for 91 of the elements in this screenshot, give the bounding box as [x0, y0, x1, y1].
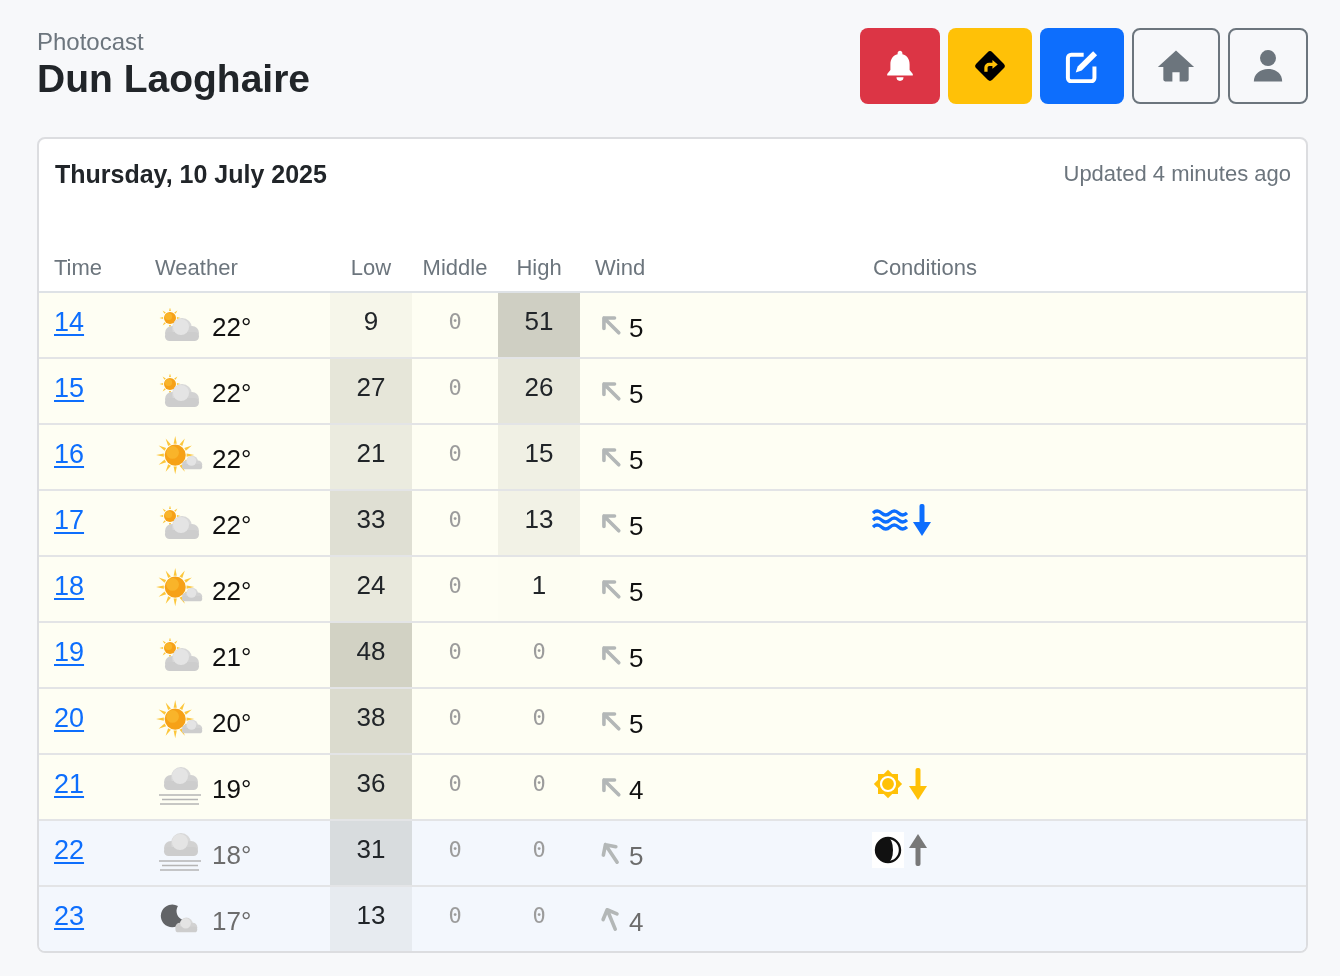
table-cell: 13 [498, 491, 580, 555]
updated-text: Updated 4 minutes ago [1063, 160, 1291, 188]
table-cell: 38 [330, 689, 412, 753]
temperature-text: 22° [212, 508, 252, 541]
account-button[interactable] [1228, 28, 1308, 104]
table-cell: 24 [330, 557, 412, 621]
down-arrow-icon [912, 503, 932, 537]
table-cell-text: 0 [447, 769, 463, 798]
half-moon-icon [872, 832, 904, 868]
sun-behind-cloud-icon [158, 506, 202, 540]
up-arrow-icon [908, 833, 928, 867]
time-link[interactable]: 17 [54, 504, 85, 542]
time-link[interactable]: 20 [54, 702, 85, 740]
column-header: Middle [422, 254, 488, 281]
wind-speed-text: 5 [629, 311, 644, 344]
edit-button[interactable] [1040, 28, 1124, 104]
time-link[interactable]: 14 [54, 306, 85, 344]
time-link[interactable]: 23 [54, 900, 85, 938]
time-link[interactable]: 22 [54, 834, 85, 872]
table-cell: 9 [330, 293, 412, 357]
wind-speed-text: 5 [629, 377, 644, 410]
table-cell: 26 [498, 359, 580, 423]
temperature-text: 22° [212, 574, 252, 607]
table-cell-text: 0 [531, 769, 547, 798]
home-icon [1157, 49, 1195, 83]
time-link[interactable]: 19 [54, 636, 85, 674]
table-cell-text: 0 [531, 637, 547, 666]
time-link[interactable]: 15 [54, 372, 85, 410]
table-cell: 15 [498, 425, 580, 489]
wind-speed-text: 5 [629, 641, 644, 674]
table-cell-text: 0 [447, 439, 463, 468]
column-header: Time [54, 254, 103, 281]
moon-cloud-icon [160, 904, 200, 934]
table-cell-text: 0 [447, 373, 463, 402]
table-cell-text: 0 [447, 901, 463, 930]
time-link[interactable]: 16 [54, 438, 85, 476]
fog-cloud-icon [158, 832, 202, 874]
location-title: Dun Laoghaire [37, 56, 311, 102]
sun-behind-cloud-icon [158, 308, 202, 342]
column-header: Low [350, 254, 392, 281]
down-arrow-icon [908, 767, 928, 801]
app-name: Photocast [37, 28, 145, 56]
wind-speed-text: 5 [629, 707, 644, 740]
date-title: Thursday, 10 July 2025 [55, 159, 327, 189]
alerts-button[interactable] [860, 28, 940, 104]
edit-icon [1065, 49, 1099, 83]
time-link[interactable]: 18 [54, 570, 85, 608]
temperature-text: 19° [212, 772, 252, 805]
table-cell: 21 [330, 425, 412, 489]
table-cell-text: 0 [447, 571, 463, 600]
time-link[interactable]: 21 [54, 768, 85, 806]
user-icon [1253, 49, 1283, 83]
column-header: Weather [155, 254, 238, 281]
temperature-text: 22° [212, 376, 252, 409]
wind-speed-text: 5 [629, 509, 644, 542]
table-cell: 51 [498, 293, 580, 357]
temperature-text: 22° [212, 310, 252, 343]
table-cell-text: 0 [531, 835, 547, 864]
table-cell: 13 [330, 887, 412, 951]
waves-icon [872, 508, 908, 532]
column-header: Conditions [873, 254, 977, 281]
fog-cloud-icon [158, 766, 202, 808]
temperature-text: 21° [212, 640, 252, 673]
wind-speed-text: 4 [629, 773, 644, 806]
column-header: Wind [595, 254, 646, 281]
temperature-text: 22° [212, 442, 252, 475]
temperature-text: 20° [212, 706, 252, 739]
table-cell-text: 0 [447, 505, 463, 534]
table-cell-text: 0 [447, 307, 463, 336]
temperature-text: 18° [212, 838, 252, 871]
wind-speed-text: 5 [629, 443, 644, 476]
table-cell-text: 0 [447, 703, 463, 732]
bell-icon [885, 50, 915, 82]
table-cell: 31 [330, 821, 412, 885]
column-header: High [516, 254, 562, 281]
table-cell: 36 [330, 755, 412, 819]
table-cell-text: 0 [531, 703, 547, 732]
wind-speed-text: 4 [629, 905, 644, 938]
sun-behind-cloud-icon [158, 374, 202, 408]
temperature-text: 17° [212, 904, 252, 937]
wind-speed-text: 5 [629, 839, 644, 872]
table-cell: 48 [330, 623, 412, 687]
table-cell-text: 0 [531, 901, 547, 930]
table-cell-text: 0 [447, 835, 463, 864]
directions-button[interactable] [948, 28, 1032, 104]
table-cell: 33 [330, 491, 412, 555]
table-cell: 27 [330, 359, 412, 423]
sun-behind-cloud-icon [158, 638, 202, 672]
home-button[interactable] [1132, 28, 1220, 104]
table-cell-text: 0 [447, 637, 463, 666]
wind-speed-text: 5 [629, 575, 644, 608]
